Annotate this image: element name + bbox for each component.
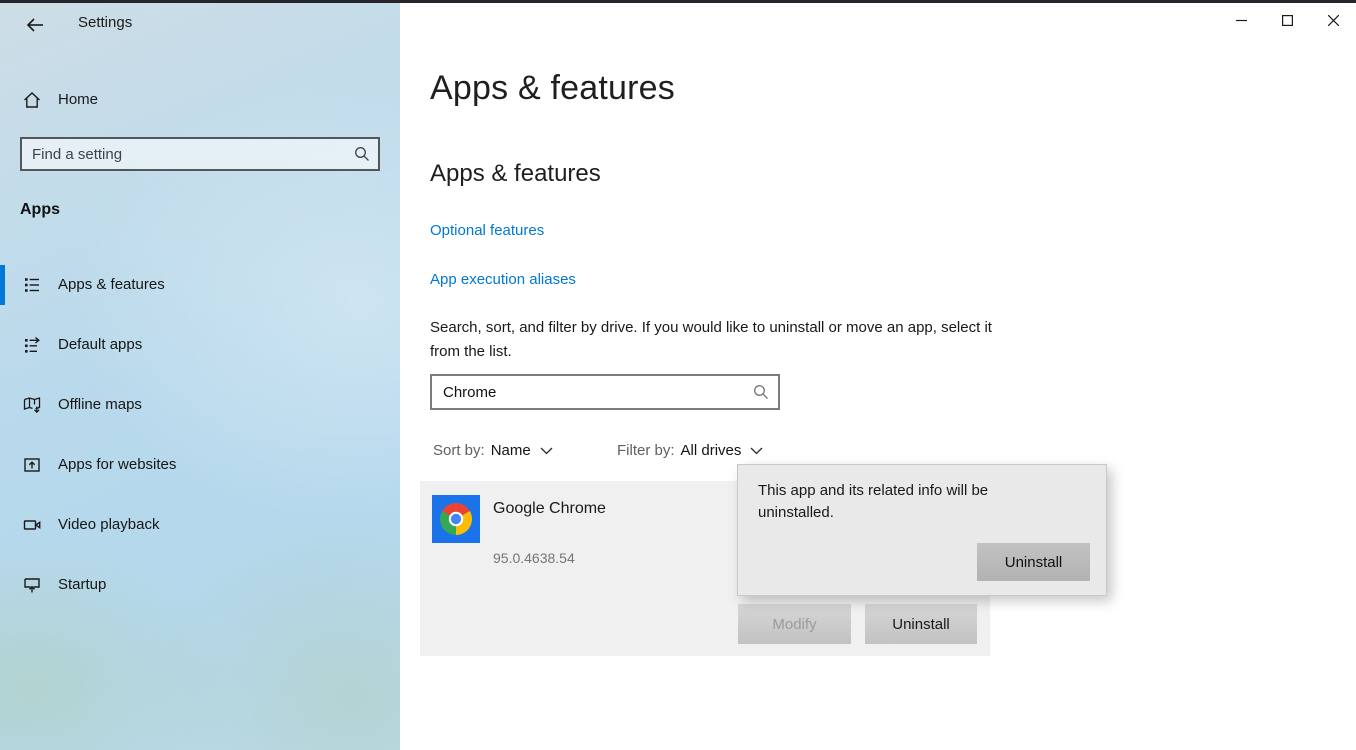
window-title: Settings — [78, 14, 133, 31]
sidebar-item-label: Home — [58, 91, 99, 108]
sort-by-label: Sort by: — [433, 442, 485, 459]
page-title: Apps & features — [430, 69, 675, 107]
sidebar-item-apps-for-websites[interactable]: Apps for websites — [0, 445, 400, 485]
sidebar-item-startup[interactable]: Startup — [0, 565, 400, 605]
video-playback-icon — [22, 515, 42, 535]
description-text: Search, sort, and filter by drive. If yo… — [430, 319, 992, 360]
main-content: Apps & features Apps & features Optional… — [400, 3, 1356, 750]
find-a-setting-input[interactable] — [20, 137, 380, 171]
sort-by-dropdown[interactable]: Sort by: Name — [433, 442, 553, 459]
sidebar-section-header: Apps — [20, 201, 60, 218]
offline-maps-icon — [22, 395, 42, 415]
apps-features-icon — [22, 275, 42, 295]
google-chrome-icon — [432, 495, 480, 543]
app-version: 95.0.4638.54 — [493, 550, 575, 566]
back-button[interactable] — [20, 11, 50, 39]
filter-by-label: Filter by: — [617, 442, 675, 459]
app-search — [430, 374, 780, 410]
search-icon — [353, 145, 371, 163]
sidebar-item-label: Apps & features — [58, 276, 165, 293]
sidebar-item-label: Apps for websites — [58, 456, 177, 473]
sidebar-item-default-apps[interactable]: Default apps — [0, 325, 400, 365]
sidebar-item-label: Offline maps — [58, 396, 142, 413]
sidebar-item-label: Startup — [58, 576, 107, 593]
uninstall-confirmation-flyout: This app and its related info will be un… — [737, 464, 1107, 596]
sidebar-item-label: Default apps — [58, 336, 143, 353]
filter-by-value: All drives — [680, 442, 742, 459]
section-title: Apps & features — [430, 160, 601, 187]
maximize-button[interactable] — [1264, 3, 1310, 37]
sidebar-search — [20, 137, 380, 171]
filter-by-dropdown[interactable]: Filter by: All drives — [617, 442, 763, 459]
sort-by-value: Name — [490, 442, 531, 459]
sidebar: Settings Home Apps — [0, 3, 400, 750]
app-execution-aliases-link[interactable]: App execution aliases — [430, 271, 576, 288]
sidebar-nav: Apps & features Default apps Offline map… — [0, 265, 400, 625]
sidebar-item-home[interactable]: Home — [0, 81, 400, 121]
uninstall-confirmation-message: This app and its related info will be un… — [758, 482, 989, 521]
search-icon — [752, 383, 770, 401]
apps-for-websites-icon — [22, 455, 42, 475]
minimize-button[interactable] — [1218, 3, 1264, 37]
back-arrow-icon — [24, 15, 46, 35]
app-name: Google Chrome — [493, 500, 606, 517]
startup-icon — [22, 575, 42, 595]
sidebar-item-label: Video playback — [58, 516, 160, 533]
selected-accent-bar — [0, 265, 5, 305]
default-apps-icon — [22, 335, 42, 355]
chevron-down-icon — [750, 447, 763, 455]
optional-features-link[interactable]: Optional features — [430, 222, 544, 239]
settings-window: Settings Home Apps — [0, 0, 1356, 750]
app-search-input[interactable] — [430, 374, 780, 410]
sidebar-item-offline-maps[interactable]: Offline maps — [0, 385, 400, 425]
window-caption-controls — [1218, 3, 1356, 37]
sidebar-item-video-playback[interactable]: Video playback — [0, 505, 400, 545]
close-button[interactable] — [1310, 3, 1356, 37]
uninstall-button[interactable]: Uninstall — [865, 604, 977, 644]
chevron-down-icon — [540, 447, 553, 455]
sidebar-item-apps-features[interactable]: Apps & features — [0, 265, 400, 305]
confirm-uninstall-button[interactable]: Uninstall — [977, 543, 1090, 581]
home-icon — [22, 90, 42, 110]
sidebar-titlebar: Settings — [0, 3, 400, 47]
modify-button[interactable]: Modify — [738, 604, 851, 644]
